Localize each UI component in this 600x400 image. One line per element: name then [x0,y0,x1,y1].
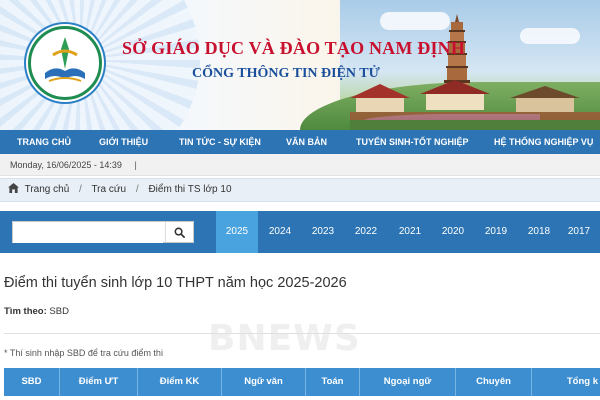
search-input[interactable] [13,222,163,243]
nav-item-admissions[interactable]: TUYỂN SINH-TỐT NGHIỆP [356,130,469,154]
year-tab-2024[interactable]: 2024 [259,211,301,253]
year-tab-2018[interactable]: 2018 [518,211,560,253]
cloud-shape [380,12,450,30]
year-bar: 2025 2024 2023 2022 2021 2020 2019 2018 … [0,211,600,253]
column-header-literature: Ngữ văn [222,368,306,396]
breadcrumb-current[interactable]: Điểm thi TS lớp 10 [148,184,231,195]
page-title: Điểm thi tuyển sinh lớp 10 THPT năm học … [4,275,347,291]
column-header-total: Tổng k [566,376,598,387]
breadcrumb-separator: / [79,184,82,195]
education-emblem-icon [35,33,95,93]
content-divider [4,333,600,334]
search-box [12,221,194,243]
instruction-note: * Thí sinh nhập SBD để tra cứu điểm thi [4,348,163,358]
breadcrumb-lookup[interactable]: Tra cứu [91,184,126,195]
nav-item-news[interactable]: TIN TỨC - SỰ KIỆN [179,130,261,154]
date-separator: | [134,160,137,170]
year-tab-2025[interactable]: 2025 [216,211,258,253]
year-tab-2019[interactable]: 2019 [475,211,517,253]
column-header-foreign-language: Ngoại ngữ [360,368,456,396]
filter-value[interactable]: SBD [49,306,69,317]
year-tab-2020[interactable]: 2020 [432,211,474,253]
cloud-shape [520,28,580,44]
results-table-header: SBD Điểm ƯT Điểm KK Ngữ văn Toán Ngoại n… [4,368,600,396]
column-header-specialized: Chuyên [456,368,532,396]
nav-item-about[interactable]: GIỚI THIỆU [99,130,148,154]
search-icon [174,227,185,238]
search-button[interactable] [165,222,193,242]
site-subtitle: CỔNG THÔNG TIN ĐIỆN TỬ [192,66,380,81]
watermark-logo: BNEWS [208,318,361,359]
date-bar: Monday, 16/06/2025 - 14:39 | [0,154,600,176]
year-tab-2021[interactable]: 2021 [389,211,431,253]
breadcrumb: Trang chủ / Tra cứu / Điểm thi TS lớp 10 [0,178,600,202]
column-header-sbd: SBD [4,368,60,396]
nav-item-systems[interactable]: HỆ THỐNG NGHIỆP VỤ [494,130,593,154]
current-datetime: Monday, 16/06/2025 - 14:39 [10,160,122,170]
search-filter: Tìm theo: SBD [4,306,69,317]
breadcrumb-separator: / [135,184,139,195]
site-banner: SỞ GIÁO DỤC VÀ ĐÀO TẠO NAM ĐỊNH CỔNG THÔ… [0,0,600,130]
nav-item-home[interactable]: TRANG CHỦ [17,130,71,154]
breadcrumb-home[interactable]: Trang chủ [25,184,70,195]
year-tab-2022[interactable]: 2022 [345,211,387,253]
nav-item-documents[interactable]: VĂN BẢN [286,130,327,154]
site-title: SỞ GIÁO DỤC VÀ ĐÀO TẠO NAM ĐỊNH [122,38,466,58]
main-nav: TRANG CHỦ GIỚI THIỆU TIN TỨC - SỰ KIỆN V… [0,130,600,154]
filter-label: Tìm theo: [4,306,47,317]
home-icon [8,183,19,193]
site-logo[interactable] [28,26,102,100]
year-tab-2023[interactable]: 2023 [302,211,344,253]
column-header-math: Toán [306,368,360,396]
village-illustration [350,80,600,130]
column-header-bonus-score: Điểm KK [138,368,222,396]
year-tab-2017[interactable]: 2017 [558,211,600,253]
column-header-priority-score: Điểm ƯT [60,368,138,396]
